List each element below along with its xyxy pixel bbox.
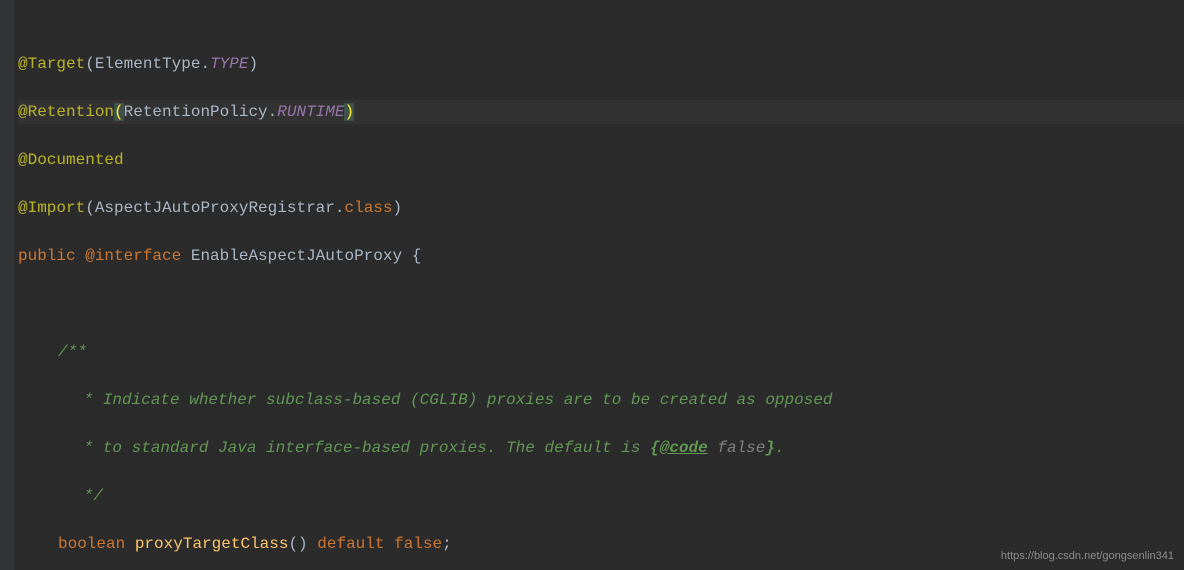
- code-line: @Documented: [18, 148, 1184, 172]
- code-editor[interactable]: @Target(ElementType.TYPE) @Retention(Ret…: [0, 0, 1184, 570]
- interface-name: EnableAspectJAutoProxy: [191, 247, 402, 265]
- method-name: proxyTargetClass: [135, 535, 289, 553]
- code-line: public @interface EnableAspectJAutoProxy…: [18, 244, 1184, 268]
- paren-match: ): [344, 103, 354, 121]
- javadoc-tag: @code: [660, 439, 708, 457]
- annotation: @Retention: [18, 103, 114, 121]
- javadoc-line: * to standard Java interface-based proxi…: [18, 436, 1184, 460]
- code-line-active: @Retention(RetentionPolicy.RUNTIME): [18, 100, 1184, 124]
- code-line: @Import(AspectJAutoProxyRegistrar.class): [18, 196, 1184, 220]
- annotation: @Documented: [18, 151, 124, 169]
- annotation: @Import: [18, 199, 85, 217]
- watermark: https://blog.csdn.net/gongsenlin341: [1001, 548, 1174, 565]
- javadoc-line: * Indicate whether subclass-based (CGLIB…: [18, 388, 1184, 412]
- paren-match: (: [114, 103, 124, 121]
- blank-line: [18, 292, 1184, 316]
- annotation: @Target: [18, 55, 85, 73]
- javadoc-line: */: [18, 484, 1184, 508]
- code-area[interactable]: @Target(ElementType.TYPE) @Retention(Ret…: [0, 4, 1184, 570]
- code-line: @Target(ElementType.TYPE): [18, 52, 1184, 76]
- javadoc-line: /**: [18, 340, 1184, 364]
